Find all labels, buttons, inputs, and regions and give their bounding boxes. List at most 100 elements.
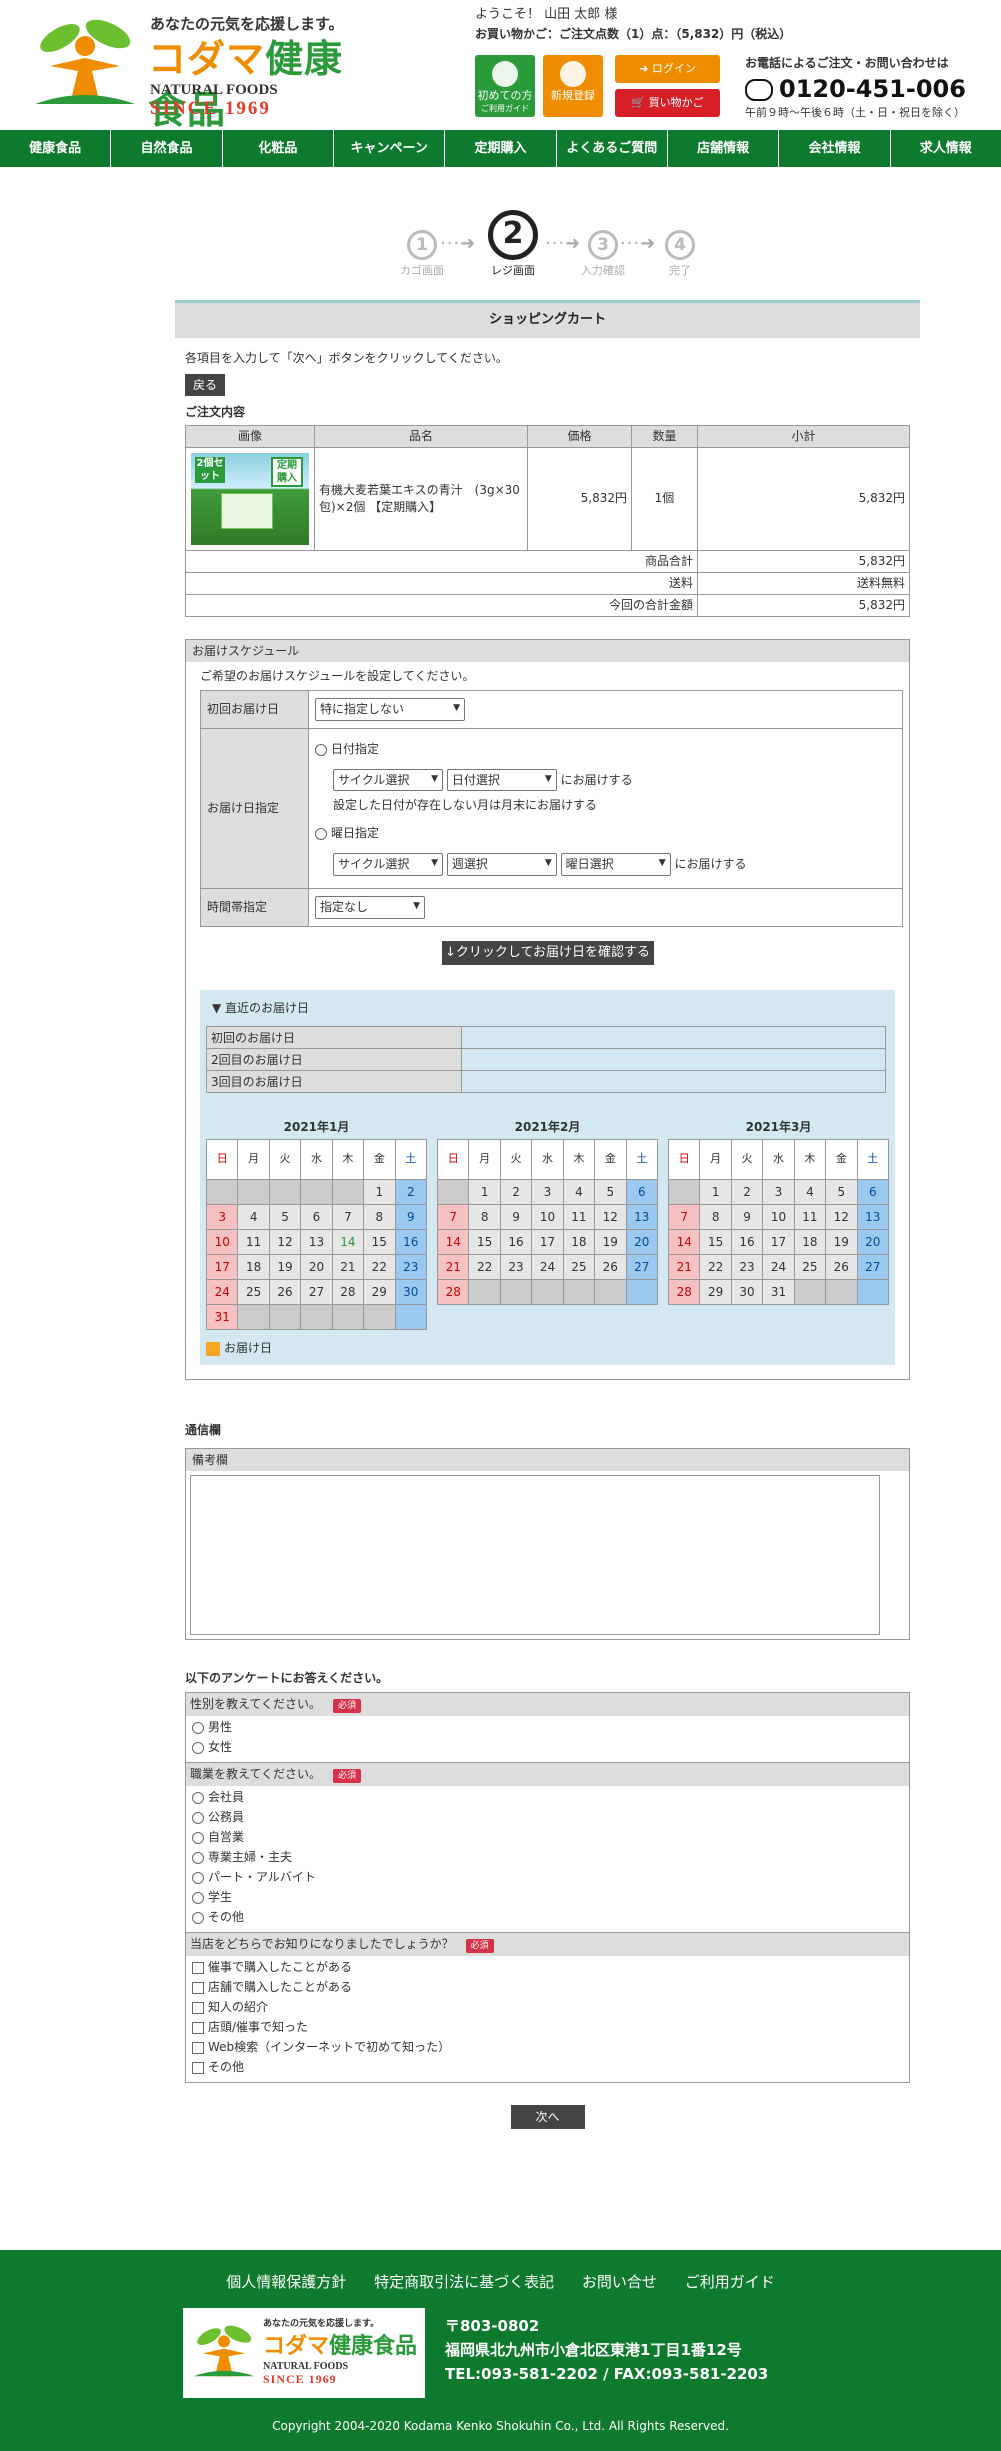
date-spec-label: 日付指定	[331, 742, 380, 757]
nav-item-subscription[interactable]: 定期購入	[445, 130, 557, 167]
register-button[interactable]: 新規登録	[543, 55, 603, 117]
footer-link-guide[interactable]: ご利用ガイド	[685, 2273, 775, 2291]
nav-item-campaign[interactable]: キャンペーン	[334, 130, 446, 167]
time-slot-select[interactable]: 指定なし ▼	[315, 896, 425, 919]
survey-radio[interactable]	[192, 1741, 204, 1754]
login-arrow-icon: ➜	[639, 62, 652, 75]
calendar-day: 20	[300, 1254, 333, 1281]
survey-option[interactable]: Web検索（インターネットで初めて知った）	[192, 2039, 903, 2059]
nav-item-natural-food[interactable]: 自然食品	[111, 130, 223, 167]
survey-checkbox[interactable]	[192, 2001, 204, 2014]
calendar-day: 1	[699, 1179, 732, 1206]
survey-option[interactable]: 店頭/催事で知った	[192, 2019, 903, 2039]
product-price: 5,832円	[527, 446, 632, 551]
phone-number-row[interactable]: 0120-451-006	[745, 73, 995, 105]
survey-option[interactable]: その他	[192, 1909, 903, 1929]
calendar-day: 23	[394, 1254, 428, 1281]
calendar-empty-cell	[300, 1179, 333, 1206]
week-select[interactable]: 週選択 ▼	[446, 853, 557, 876]
survey-option[interactable]: 男性	[192, 1719, 903, 1739]
calendar-empty-cell	[531, 1279, 564, 1306]
first-delivery-select[interactable]: 特に指定しない ▼	[315, 698, 465, 721]
product-name[interactable]: 有機大麦若葉エキスの青汁 (3g×30包)×2個 【定期購入】	[314, 446, 528, 551]
survey-radio[interactable]	[192, 1851, 204, 1864]
survey-option-label: 店舗で購入したことがある	[208, 1980, 353, 1995]
survey-option[interactable]: 知人の紹介	[192, 1999, 903, 2019]
survey-checkbox[interactable]	[192, 2061, 204, 2074]
nav-item-faq[interactable]: よくあるご質問	[557, 130, 668, 167]
recent-title[interactable]: ▼ 直近のお届け日	[212, 1000, 889, 1016]
survey-option[interactable]: 催事で購入したことがある	[192, 1959, 903, 1979]
survey-checkbox[interactable]	[192, 1961, 204, 1974]
footer-brand-kodama: コダマ	[263, 2334, 330, 2359]
product-image[interactable]: 2個セット 定期購入	[191, 452, 309, 545]
calendar-title: 2021年2月	[514, 1120, 581, 1135]
survey-radio[interactable]	[192, 1721, 204, 1734]
weekday-header: 月	[237, 1139, 270, 1181]
calendar-day: 2	[730, 1179, 764, 1206]
survey-option[interactable]: 店舗で購入したことがある	[192, 1979, 903, 1999]
footer-link-tokusho[interactable]: 特定商取引法に基づく表記	[374, 2273, 554, 2291]
weekday-header: 木	[793, 1139, 827, 1181]
survey-option[interactable]: 会社員	[192, 1789, 903, 1809]
survey-option[interactable]: 公務員	[192, 1809, 903, 1829]
nav-item-recruit[interactable]: 求人情報	[891, 130, 1001, 167]
weekday-header: 水	[762, 1139, 795, 1181]
footer-link-contact[interactable]: お問い合せ	[582, 2273, 657, 2291]
footer-logo[interactable]: あなたの元気を応援します。 コダマ健康食品 NATURAL FOODS SINC…	[183, 2308, 425, 2398]
survey-option[interactable]: その他	[192, 2059, 903, 2079]
next-button[interactable]: 次へ	[510, 2105, 585, 2130]
footer-link-privacy[interactable]: 個人情報保護方針	[226, 2273, 346, 2291]
cycle-select-2[interactable]: サイクル選択 ▼	[333, 853, 443, 876]
survey-radio[interactable]	[192, 1811, 204, 1824]
calendar-grid: 日月火水木金土 1 2 3 4 5 6 7 8 9 10 11 12 13 14 15 16 17 18 19 20 21…	[436, 1139, 659, 1306]
survey-option[interactable]: 学生	[192, 1889, 903, 1909]
legend-label: お届け日	[224, 1341, 273, 1356]
survey-option[interactable]: 自営業	[192, 1829, 903, 1849]
weekday-select[interactable]: 曜日選択 ▼	[560, 853, 671, 876]
survey-radio[interactable]	[192, 1891, 204, 1904]
remark-textarea[interactable]	[190, 1474, 880, 1635]
calendar-empty-cell	[363, 1304, 396, 1331]
calendar-empty-cell	[499, 1279, 533, 1306]
survey-radio[interactable]	[192, 1791, 204, 1804]
weekday-spec-radio[interactable]	[315, 827, 327, 840]
survey-option-label: Web検索（インターネットで初めて知った）	[208, 2040, 451, 2055]
survey-option[interactable]: 女性	[192, 1739, 903, 1759]
survey-radio[interactable]	[192, 1871, 204, 1884]
survey-checkbox[interactable]	[192, 2021, 204, 2034]
recent-row-label: 2回目のお届け日	[206, 1048, 462, 1072]
required-badge: 必須	[333, 1769, 362, 1784]
nav-item-stores[interactable]: 店舗情報	[668, 130, 780, 167]
calendar-day: 13	[625, 1204, 659, 1231]
nav-item-cosmetics[interactable]: 化粧品	[223, 130, 334, 167]
cart-button[interactable]: 🛒 買い物かご	[615, 89, 720, 117]
calendar-grid: 日月火水木金土 1 2 3 4 5 6 7 8 9 10 11 12 13 14 15 16 17 18 19 20 21…	[205, 1139, 428, 1331]
calendar-day: 18	[562, 1229, 596, 1256]
calendar-day: 19	[268, 1254, 302, 1281]
survey-option[interactable]: 専業主婦・主夫	[192, 1849, 903, 1869]
survey-checkbox[interactable]	[192, 2041, 204, 2054]
survey-checkbox[interactable]	[192, 1981, 204, 1994]
survey-option[interactable]: パート・アルバイト	[192, 1869, 903, 1889]
calendar-title: 2021年1月	[283, 1120, 350, 1135]
survey-radio[interactable]	[192, 1911, 204, 1924]
calendar-day: 7	[436, 1204, 470, 1231]
survey-radio[interactable]	[192, 1831, 204, 1844]
site-logo[interactable]: あなたの元気を応援します。 コダマ健康食品 NATURAL FOODS SINC…	[30, 12, 380, 132]
nav-item-company[interactable]: 会社情報	[779, 130, 891, 167]
survey-option-label: パート・アルバイト	[208, 1870, 316, 1885]
nav-item-health-food[interactable]: 健康食品	[0, 130, 112, 167]
confirm-delivery-button[interactable]: ↓クリックしてお届け日を確認する	[441, 940, 654, 965]
phone-number: 0120-451-006	[779, 75, 966, 104]
first-time-guide-button[interactable]: 初めての方 ご利用ガイド	[475, 55, 535, 117]
login-button[interactable]: ➜ ログイン	[615, 55, 720, 83]
calendar-day: 5	[825, 1179, 858, 1206]
date-select[interactable]: 日付選択 ▼	[446, 769, 557, 792]
recent-deliveries: ▼ 直近のお届け日 初回のお届け日 2回目のお届け日 3回目のお届け日 2021…	[200, 989, 895, 1365]
date-spec-radio[interactable]	[315, 743, 327, 756]
back-button[interactable]: 戻る	[185, 374, 226, 397]
cycle-select[interactable]: サイクル選択 ▼	[333, 769, 443, 792]
calendar-day: 14	[667, 1229, 701, 1256]
survey-question-text: 職業を教えてください。	[190, 1767, 322, 1782]
